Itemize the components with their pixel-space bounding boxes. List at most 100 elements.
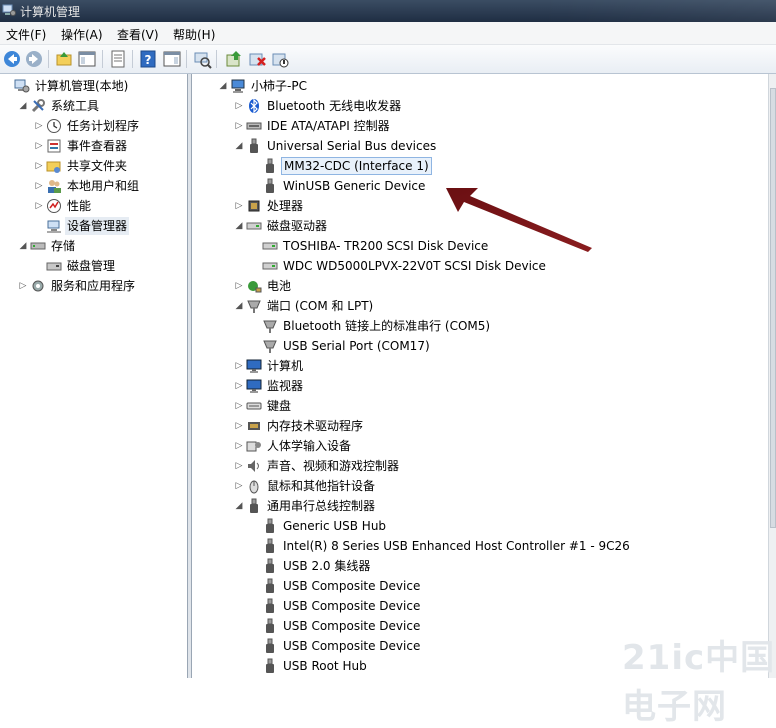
update-driver-icon[interactable] (224, 49, 244, 69)
scan-hardware-icon[interactable] (192, 49, 212, 69)
uninstall-icon[interactable] (247, 49, 267, 69)
console-tree-item-5[interactable]: ▷ 本地用户和组 (0, 176, 187, 196)
console-tree-item-4[interactable]: ▷ 共享文件夹 (0, 156, 187, 176)
device-tree-item-1[interactable]: ▷ Bluetooth 无线电收发器 (192, 96, 769, 116)
expand-arrow-icon[interactable]: ▷ (18, 276, 28, 296)
device-tree-item-label: IDE ATA/ATAPI 控制器 (267, 119, 390, 133)
console-tree-item-0[interactable]: 计算机管理(本地) (0, 76, 187, 96)
device-tree-item-15[interactable]: ▷ 监视器 (192, 376, 769, 396)
device-tree-item-0[interactable]: ◢ 小柿子-PC (192, 76, 769, 96)
collapse-arrow-icon[interactable]: ◢ (234, 136, 244, 156)
collapse-arrow-icon[interactable]: ◢ (18, 96, 28, 116)
device-tree-item-label: 磁盘驱动器 (267, 219, 328, 233)
device-tree-item-22[interactable]: Generic USB Hub (192, 516, 769, 536)
console-tree-item-7[interactable]: 设备管理器 (0, 216, 187, 236)
expand-arrow-icon[interactable]: ▷ (234, 476, 244, 496)
expand-arrow-icon[interactable]: ▷ (34, 136, 44, 156)
device-tree-item-25[interactable]: USB Composite Device (192, 576, 769, 596)
ide-controller-icon (246, 118, 262, 134)
collapse-arrow-icon[interactable]: ◢ (234, 496, 244, 516)
console-tree-item-9[interactable]: 磁盘管理 (0, 256, 187, 276)
device-tree-item-24[interactable]: USB 2.0 集线器 (192, 556, 769, 576)
window-title: 计算机管理 (20, 5, 81, 19)
expand-arrow-icon[interactable]: ▷ (234, 116, 244, 136)
usb-icon (262, 558, 278, 574)
console-tree-item-2[interactable]: ▷ 任务计划程序 (0, 116, 187, 136)
menu-file[interactable]: 文件(F) (6, 26, 46, 43)
device-tree-item-label: 通用串行总线控制器 (267, 499, 376, 513)
computer-mgmt-icon (2, 4, 16, 16)
collapse-arrow-icon[interactable]: ◢ (18, 236, 28, 256)
console-tree-item-label: 服务和应用程序 (51, 279, 136, 293)
console-tree-item-6[interactable]: ▷ 性能 (0, 196, 187, 216)
device-tree-item-14[interactable]: ▷ 计算机 (192, 356, 769, 376)
forward-icon[interactable] (24, 49, 44, 69)
expand-arrow-icon[interactable]: ▷ (234, 196, 244, 216)
menu-view[interactable]: 查看(V) (117, 26, 159, 43)
device-tree-item-label: 内存技术驱动程序 (267, 419, 364, 433)
expand-arrow-icon[interactable]: ▷ (234, 396, 244, 416)
device-tree-item-18[interactable]: ▷ 人体学输入设备 (192, 436, 769, 456)
device-tree-item-21[interactable]: ◢ 通用串行总线控制器 (192, 496, 769, 516)
expand-arrow-icon[interactable]: ▷ (234, 276, 244, 296)
device-tree-item-2[interactable]: ▷ IDE ATA/ATAPI 控制器 (192, 116, 769, 136)
device-tree-item-13[interactable]: USB Serial Port (COM17) (192, 336, 769, 356)
expand-arrow-icon[interactable]: ▷ (234, 376, 244, 396)
device-tree-item-4[interactable]: MM32-CDC (Interface 1) (192, 156, 769, 176)
console-tree-item-8[interactable]: ◢ 存储 (0, 236, 187, 256)
scrollbar-thumb[interactable] (770, 88, 776, 528)
device-tree-item-20[interactable]: ▷ 鼠标和其他指针设备 (192, 476, 769, 496)
collapse-arrow-icon[interactable]: ◢ (218, 76, 228, 96)
expand-arrow-icon[interactable]: ▷ (34, 116, 44, 136)
menu-action[interactable]: 操作(A) (61, 26, 103, 43)
device-tree-item-17[interactable]: ▷ 内存技术驱动程序 (192, 416, 769, 436)
console-tree-item-1[interactable]: ◢ 系统工具 (0, 96, 187, 116)
device-tree-item-23[interactable]: Intel(R) 8 Series USB Enhanced Host Cont… (192, 536, 769, 556)
console-tree-item-3[interactable]: ▷ 事件查看器 (0, 136, 187, 156)
back-icon[interactable] (2, 49, 22, 69)
disable-icon[interactable] (270, 49, 290, 69)
console-tree-icon[interactable] (77, 49, 97, 69)
device-tree-item-label: 处理器 (267, 199, 304, 213)
collapse-arrow-icon[interactable]: ◢ (234, 216, 244, 236)
monitor-icon (246, 378, 262, 394)
device-tree-item-12[interactable]: Bluetooth 链接上的标准串行 (COM5) (192, 316, 769, 336)
expand-arrow-icon[interactable]: ▷ (34, 156, 44, 176)
expand-arrow-icon[interactable]: ▷ (234, 356, 244, 376)
event-viewer-icon (46, 138, 62, 154)
expand-arrow-icon[interactable]: ▷ (234, 456, 244, 476)
expand-arrow-icon[interactable]: ▷ (34, 176, 44, 196)
device-tree-item-label: 人体学输入设备 (267, 439, 352, 453)
up-folder-icon[interactable] (54, 49, 74, 69)
device-tree-item-3[interactable]: ◢ Universal Serial Bus devices (192, 136, 769, 156)
expand-arrow-icon[interactable]: ▷ (234, 436, 244, 456)
tools-icon (30, 98, 46, 114)
collapse-arrow-icon[interactable]: ◢ (234, 296, 244, 316)
expand-arrow-icon[interactable]: ▷ (234, 96, 244, 116)
action-pane-icon[interactable] (162, 49, 182, 69)
vertical-scrollbar[interactable] (768, 74, 776, 678)
hid-icon (246, 438, 262, 454)
menu-help[interactable]: 帮助(H) (173, 26, 215, 43)
disk-drive-icon (262, 238, 278, 254)
device-tree-pane: ◢ 小柿子-PC ▷ Bluetooth 无线电收发器 ▷ IDE ATA/ATAPI 控… (191, 74, 769, 678)
device-tree-item-16[interactable]: ▷ 键盘 (192, 396, 769, 416)
help-icon[interactable]: ? (138, 49, 158, 69)
device-tree-item-label: 计算机 (267, 359, 304, 373)
expand-arrow-icon[interactable]: ▷ (234, 416, 244, 436)
device-tree-item-label: USB Composite Device (283, 619, 421, 633)
console-tree-item-10[interactable]: ▷ 服务和应用程序 (0, 276, 187, 296)
expand-arrow-icon[interactable]: ▷ (34, 196, 44, 216)
device-tree-item-19[interactable]: ▷ 声音、视频和游戏控制器 (192, 456, 769, 476)
device-tree-item-26[interactable]: USB Composite Device (192, 596, 769, 616)
processor-icon (246, 198, 262, 214)
device-tree-item-10[interactable]: ▷ 电池 (192, 276, 769, 296)
properties-icon[interactable] (108, 49, 128, 69)
device-tree-item-label: 键盘 (267, 399, 292, 413)
device-tree-item-11[interactable]: ◢ 端口 (COM 和 LPT) (192, 296, 769, 316)
